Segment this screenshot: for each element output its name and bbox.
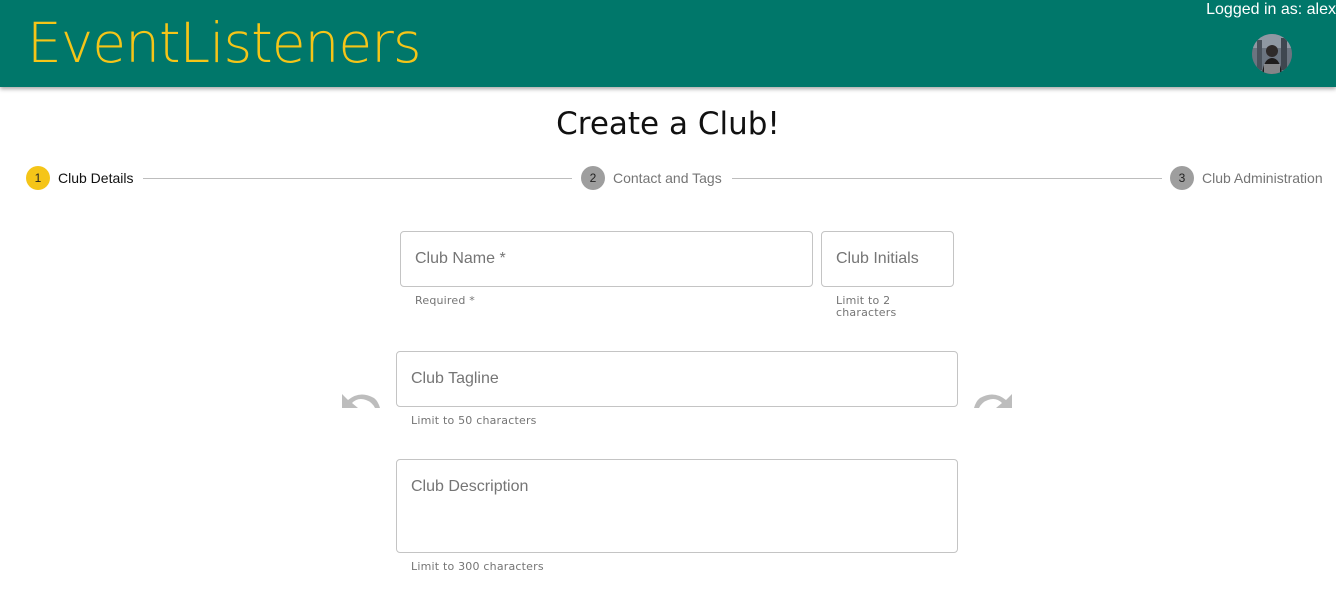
- club-description-field[interactable]: Club Description: [396, 459, 958, 553]
- club-initials-helper: Limit to 2 characters: [836, 294, 897, 319]
- redo-arrow-svg: [974, 394, 1012, 408]
- undo-arrow-svg: [342, 394, 380, 408]
- club-description-label: Club Description: [411, 478, 529, 495]
- club-tagline-field[interactable]: Club Tagline: [396, 351, 958, 407]
- login-status: Logged in as: alex: [1206, 1, 1336, 18]
- step-3-number[interactable]: 3: [1170, 166, 1194, 190]
- redo-icon[interactable]: [972, 384, 1016, 412]
- club-initials-label: Club Initials: [836, 250, 919, 267]
- step-connector-2: [732, 178, 1162, 179]
- club-name-required-mark: *: [495, 250, 506, 267]
- avatar-image: [1252, 34, 1292, 74]
- club-name-label: Club Name *: [415, 249, 506, 269]
- app-header: EventListeners Logged in as: alex: [0, 0, 1336, 87]
- club-description-helper: Limit to 300 characters: [411, 560, 544, 573]
- club-tagline-helper: Limit to 50 characters: [411, 414, 537, 427]
- step-2-number[interactable]: 2: [581, 166, 605, 190]
- brand-logo-text[interactable]: EventListeners: [27, 8, 422, 78]
- stepper: 1 Club Details 2 Contact and Tags 3 Club…: [0, 165, 1336, 193]
- club-name-label-text: Club Name: [415, 250, 496, 267]
- avatar[interactable]: [1252, 34, 1292, 74]
- step-2-label[interactable]: Contact and Tags: [613, 170, 722, 186]
- undo-icon[interactable]: [338, 384, 382, 412]
- club-tagline-label: Club Tagline: [411, 370, 499, 387]
- page: EventListeners Logged in as: alex Create…: [0, 0, 1336, 615]
- step-connector-1: [143, 178, 572, 179]
- page-title: Create a Club!: [556, 106, 780, 142]
- step-1-number[interactable]: 1: [26, 166, 50, 190]
- club-name-helper: Required *: [415, 294, 475, 307]
- step-3-label[interactable]: Club Administration: [1202, 170, 1323, 186]
- club-name-field[interactable]: Club Name *: [400, 231, 813, 287]
- step-1-label[interactable]: Club Details: [58, 170, 133, 186]
- club-initials-field[interactable]: Club Initials: [821, 231, 954, 287]
